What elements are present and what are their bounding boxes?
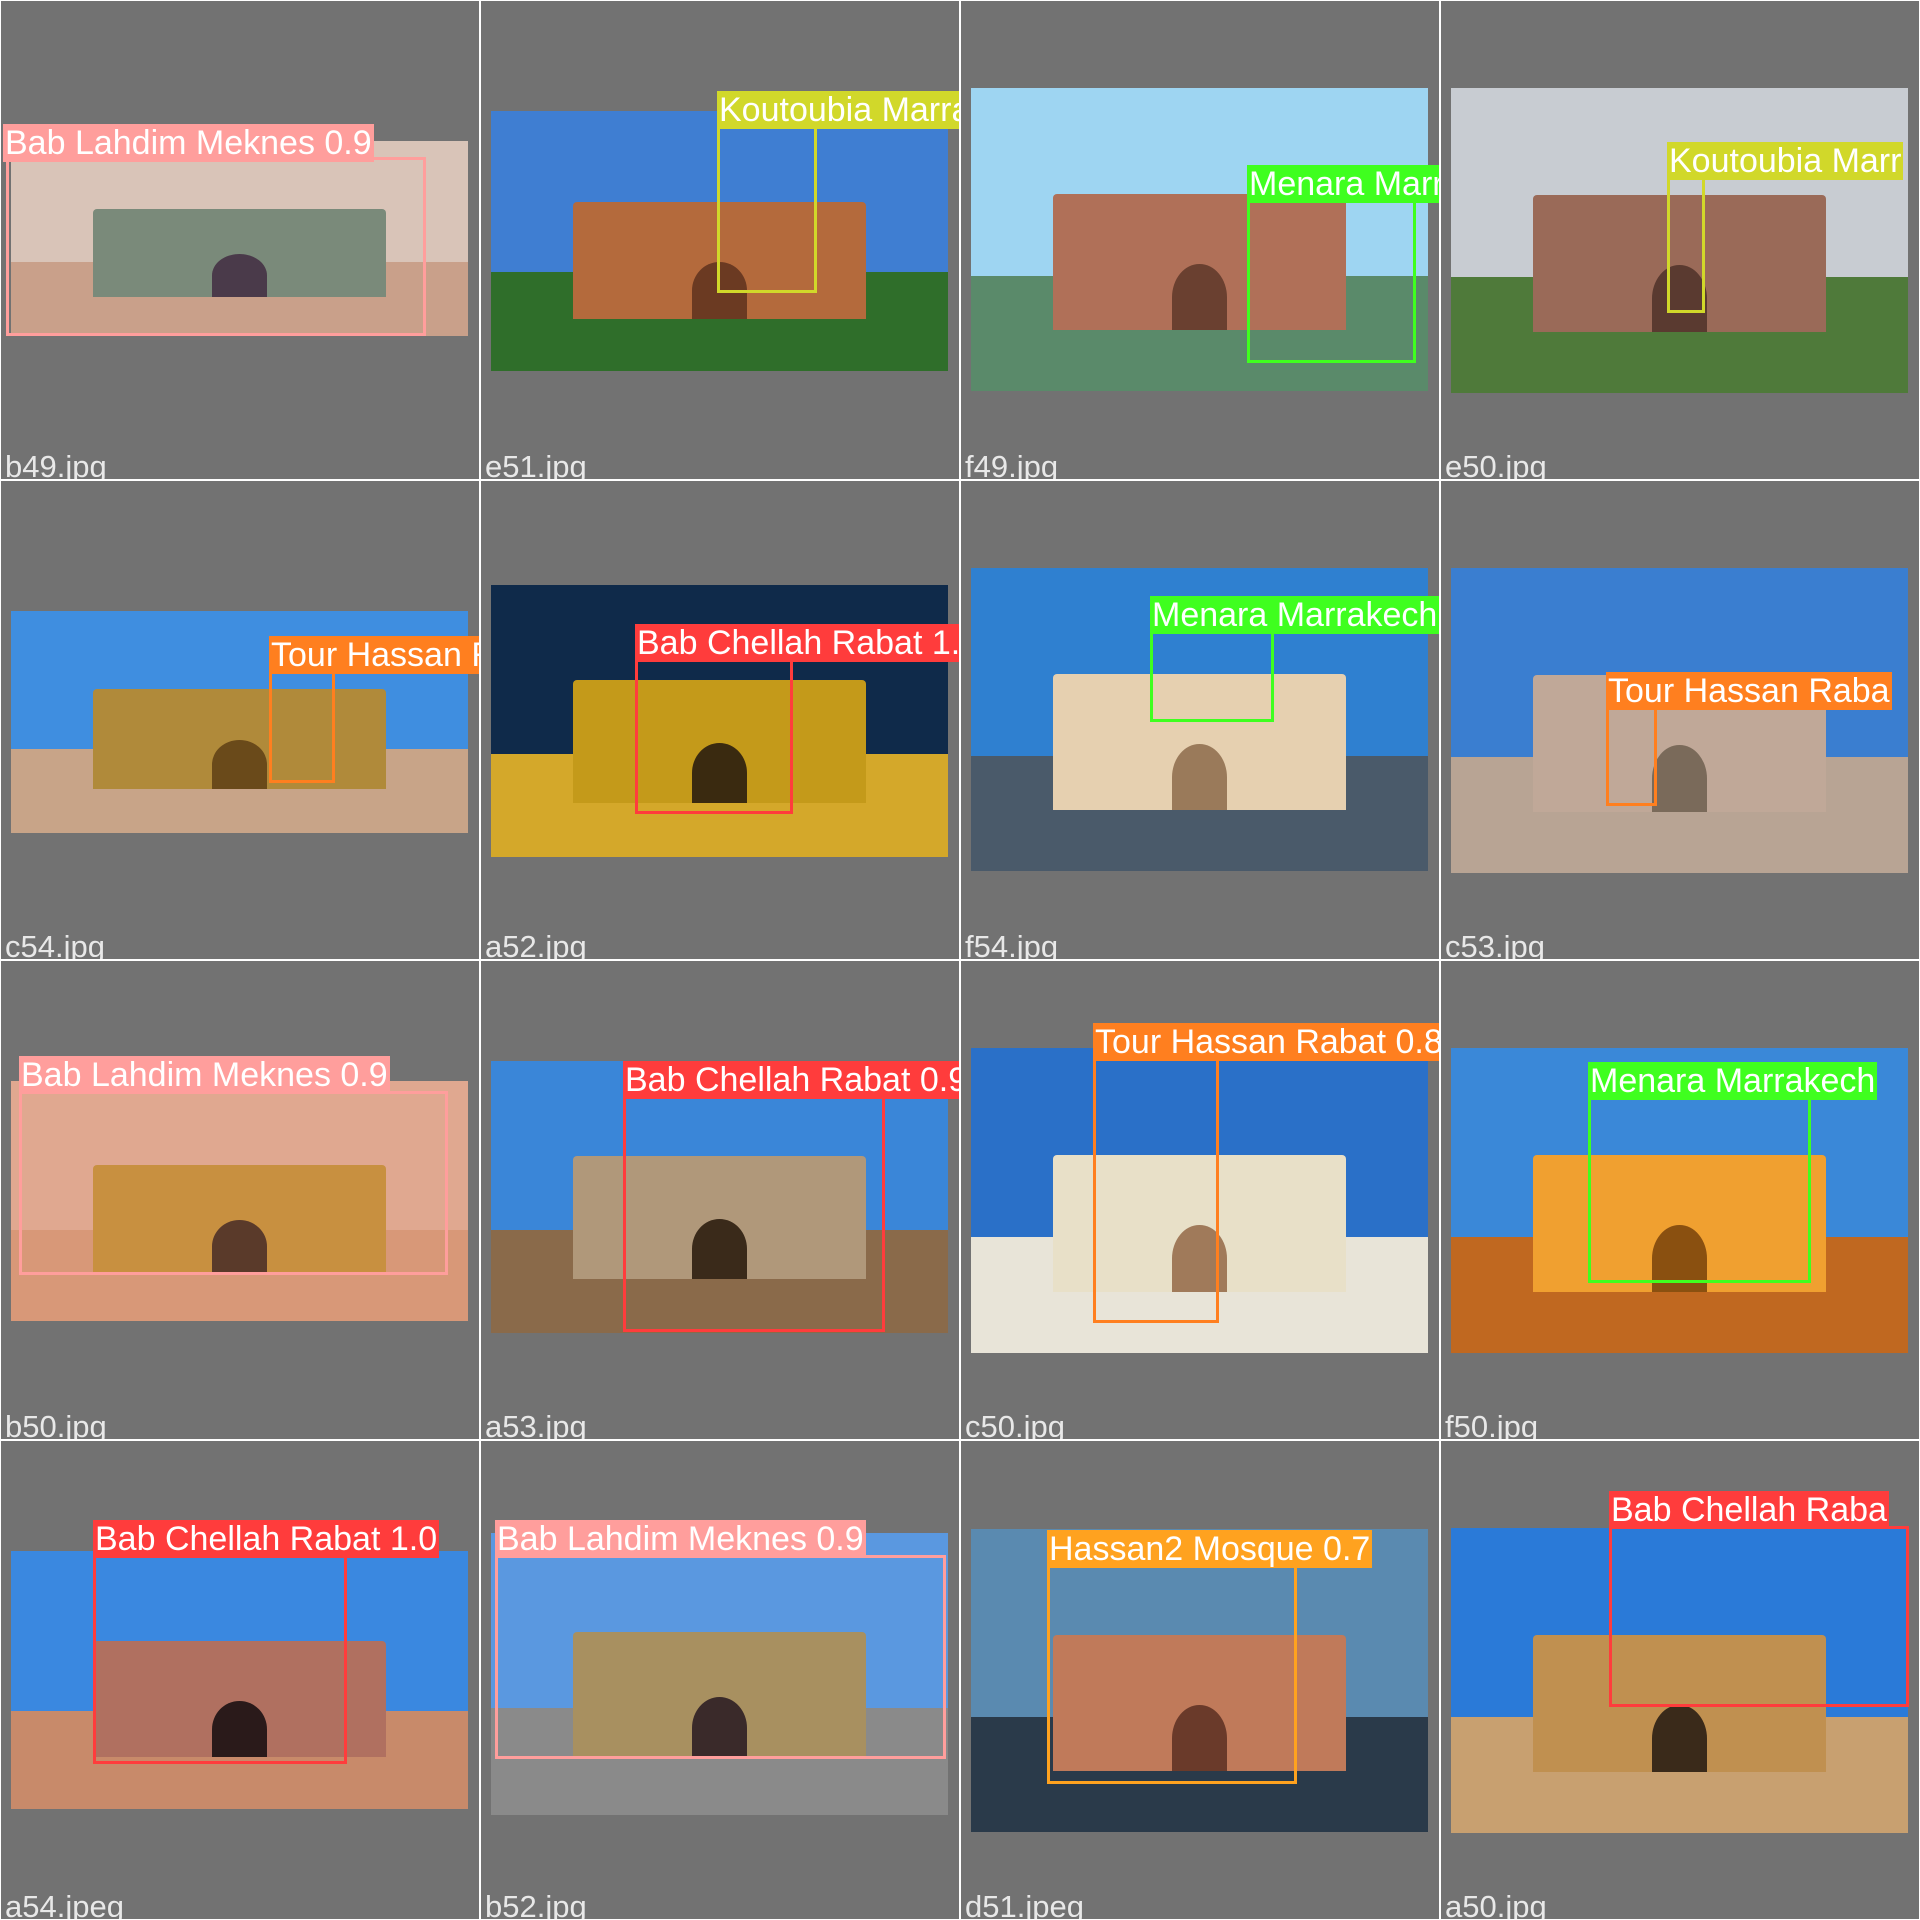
detection-label: Menara Marrakech 0.9 — [1150, 596, 1439, 634]
result-tile[interactable]: Bab Chellah Raba a50.jpg — [1441, 1441, 1919, 1919]
detection-box — [1667, 177, 1705, 313]
detection-box — [1609, 1526, 1909, 1707]
detection-box — [1606, 707, 1657, 806]
image-filename: a53.jpg — [485, 1409, 587, 1439]
detection-box — [1588, 1097, 1811, 1283]
result-tile[interactable]: Tour Hassan Rabat 1.0 c54.jpg — [1, 481, 479, 959]
detection-box — [1150, 631, 1274, 722]
detection-box — [623, 1096, 885, 1332]
detection-box — [717, 125, 817, 293]
result-tile[interactable]: Hassan2 Mosque 0.7 d51.jpeg — [961, 1441, 1439, 1919]
detection-label: Hassan2 Mosque 0.7 — [1047, 1530, 1373, 1568]
detection-box — [635, 658, 793, 814]
result-tile[interactable]: Tour Hassan Raba c53.jpg — [1441, 481, 1919, 959]
result-tile[interactable]: Menara Marrakech 0.9 f49.jpg — [961, 1, 1439, 479]
photo-landmark-arch — [1652, 744, 1707, 812]
detection-label: Bab Chellah Raba — [1609, 1491, 1889, 1529]
result-tile[interactable]: Koutoubia Marr e50.jpg — [1441, 1, 1919, 479]
image-filename: a54.jpeg — [5, 1889, 124, 1919]
image-filename: f49.jpg — [965, 449, 1059, 479]
detection-label: Koutoubia Marr — [1667, 142, 1904, 180]
result-tile[interactable]: Menara Marrakech 0.9 f54.jpg — [961, 481, 1439, 959]
image-filename: f54.jpg — [965, 929, 1059, 959]
photo-landmark-arch — [212, 739, 267, 789]
result-tile[interactable]: Bab Lahdim Meknes 0.9 b50.jpg — [1, 961, 479, 1439]
detection-box — [495, 1555, 946, 1759]
image-filename: c53.jpg — [1445, 929, 1545, 959]
photo-landmark-arch — [1172, 743, 1227, 811]
detection-label: Bab Chellah Rabat 1.0 — [93, 1520, 440, 1558]
detection-label: Bab Chellah Rabat 0.9 — [623, 1061, 959, 1099]
image-filename: a50.jpg — [1445, 1889, 1547, 1919]
result-tile[interactable]: Menara Marrakech f50.jpg — [1441, 961, 1919, 1439]
detection-box — [1093, 1058, 1219, 1323]
detection-label: Bab Lahdim Meknes 0.9 — [3, 124, 374, 162]
image-filename: b50.jpg — [5, 1409, 107, 1439]
image-filename: b49.jpg — [5, 449, 107, 479]
detection-box — [6, 157, 426, 336]
result-tile[interactable]: Bab Chellah Rabat 1.0 a52.jpg — [481, 481, 959, 959]
result-tile[interactable]: Bab Lahdim Meknes 0.9 b52.jpg — [481, 1441, 959, 1919]
detection-label: Tour Hassan Rabat 1.0 — [269, 636, 479, 674]
image-filename: a52.jpg — [485, 929, 587, 959]
detection-label: Koutoubia Marrakech 0.8 — [717, 91, 959, 129]
detection-box — [1047, 1565, 1297, 1784]
result-tile[interactable]: Bab Lahdim Meknes 0.9 b49.jpg — [1, 1, 479, 479]
detection-label: Bab Lahdim Meknes 0.9 — [19, 1056, 390, 1094]
image-filename: e50.jpg — [1445, 449, 1547, 479]
detection-label: Bab Chellah Rabat 1.0 — [635, 624, 959, 662]
detection-box — [1247, 199, 1416, 363]
image-filename: e51.jpg — [485, 449, 587, 479]
result-tile[interactable]: Koutoubia Marrakech 0.8 e51.jpg — [481, 1, 959, 479]
result-tile[interactable]: Tour Hassan Rabat 0.8 c50.jpg — [961, 961, 1439, 1439]
landmark-photo — [1451, 568, 1908, 873]
image-filename: c54.jpg — [5, 929, 105, 959]
result-tile[interactable]: Bab Chellah Rabat 1.0 a54.jpeg — [1, 1441, 479, 1919]
image-filename: d51.jpeg — [965, 1889, 1084, 1919]
image-filename: f50.jpg — [1445, 1409, 1539, 1439]
detection-label: Bab Lahdim Meknes 0.9 — [495, 1520, 866, 1558]
image-filename: c50.jpg — [965, 1409, 1065, 1439]
result-tile[interactable]: Bab Chellah Rabat 0.9 a53.jpg — [481, 961, 959, 1439]
photo-landmark-arch — [1172, 263, 1227, 331]
detection-box — [93, 1555, 347, 1764]
detection-label: Menara Marrakech — [1588, 1062, 1878, 1100]
image-filename: b52.jpg — [485, 1889, 587, 1919]
detection-box — [19, 1091, 448, 1275]
detection-label: Menara Marrakech 0.9 — [1247, 165, 1439, 203]
detection-results-grid: Bab Lahdim Meknes 0.9 b49.jpg Koutoubia Ma… — [0, 0, 1920, 1920]
detection-box — [269, 670, 335, 783]
detection-label: Tour Hassan Rabat 0.8 — [1093, 1023, 1439, 1061]
photo-landmark-arch — [1652, 1704, 1707, 1772]
detection-label: Tour Hassan Raba — [1606, 672, 1892, 710]
